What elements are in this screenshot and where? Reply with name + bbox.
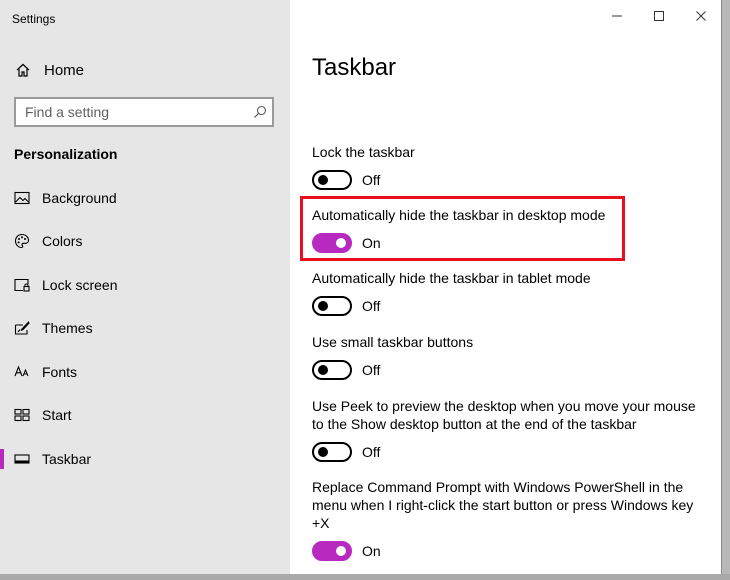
sidebar-item-label: Background bbox=[42, 189, 117, 206]
search-box[interactable] bbox=[14, 97, 274, 127]
sidebar-item-label: Themes bbox=[42, 320, 93, 337]
toggle-knob bbox=[336, 546, 346, 556]
background-desktop-bottom bbox=[0, 574, 730, 580]
window-title: Settings bbox=[12, 12, 56, 26]
setting-lock-taskbar: Lock the taskbar Off bbox=[312, 143, 707, 190]
sidebar-item-background[interactable]: Background bbox=[0, 176, 290, 220]
sidebar-item-lock-screen[interactable]: Lock screen bbox=[0, 263, 290, 307]
setting-peek: Use Peek to preview the desktop when you… bbox=[312, 397, 707, 462]
setting-autohide-tablet: Automatically hide the taskbar in tablet… bbox=[312, 269, 707, 316]
toggle-row: On bbox=[312, 541, 707, 561]
toggle-row: Off bbox=[312, 360, 707, 380]
small-buttons-toggle[interactable] bbox=[312, 360, 352, 380]
toggle-row: Off bbox=[312, 170, 707, 190]
sidebar-item-label: Taskbar bbox=[42, 450, 92, 467]
home-link[interactable]: Home bbox=[14, 58, 84, 82]
minimize-icon bbox=[611, 9, 623, 27]
sidebar-item-label: Start bbox=[42, 407, 72, 424]
setting-label: Use Peek to preview the desktop when you… bbox=[312, 398, 696, 432]
lock-taskbar-toggle[interactable] bbox=[312, 170, 352, 190]
lock-screen-icon bbox=[14, 277, 30, 293]
toggle-state: Off bbox=[362, 362, 381, 378]
settings-window: Settings Home Personalization Background bbox=[0, 0, 722, 574]
setting-label: Use small taskbar buttons bbox=[312, 334, 474, 350]
setting-powershell: Replace Command Prompt with Windows Powe… bbox=[312, 478, 707, 561]
sidebar-item-label: Lock screen bbox=[42, 276, 118, 293]
main-content: Taskbar Lock the taskbar Off Automatical… bbox=[290, 0, 721, 574]
sidebar-item-taskbar[interactable]: Taskbar bbox=[0, 437, 290, 481]
minimize-button[interactable] bbox=[596, 0, 638, 36]
search-icon[interactable] bbox=[248, 105, 272, 119]
palette-icon bbox=[14, 233, 30, 249]
autohide-tablet-toggle[interactable] bbox=[312, 296, 352, 316]
sidebar: Settings Home Personalization Background bbox=[0, 0, 290, 574]
setting-label: Lock the taskbar bbox=[312, 144, 415, 160]
search-input[interactable] bbox=[16, 100, 248, 124]
sidebar-item-label: Fonts bbox=[42, 363, 78, 380]
font-icon bbox=[14, 364, 30, 380]
sidebar-item-start[interactable]: Start bbox=[0, 394, 290, 438]
window-controls bbox=[596, 0, 721, 36]
toggle-knob bbox=[318, 365, 328, 375]
toggle-row: Off bbox=[312, 442, 707, 462]
sidebar-item-colors[interactable]: Colors bbox=[0, 220, 290, 264]
sidebar-item-themes[interactable]: Themes bbox=[0, 307, 290, 351]
home-icon bbox=[14, 61, 32, 79]
page-title: Taskbar bbox=[312, 54, 397, 81]
setting-label: Automatically hide the taskbar in tablet… bbox=[312, 270, 591, 286]
maximize-button[interactable] bbox=[638, 0, 680, 36]
highlight-annotation bbox=[300, 196, 625, 261]
close-button[interactable] bbox=[680, 0, 721, 36]
taskbar-icon bbox=[14, 451, 30, 467]
close-icon bbox=[695, 9, 707, 27]
toggle-knob bbox=[318, 301, 328, 311]
toggle-state: Off bbox=[362, 444, 381, 460]
setting-small-buttons: Use small taskbar buttons Off bbox=[312, 333, 707, 380]
maximize-icon bbox=[653, 9, 665, 27]
peek-toggle[interactable] bbox=[312, 442, 352, 462]
setting-label: Replace Command Prompt with Windows Powe… bbox=[312, 479, 694, 531]
background-desktop-edge bbox=[722, 0, 730, 580]
brush-icon bbox=[14, 320, 30, 336]
toggle-row: Off bbox=[312, 296, 707, 316]
home-label: Home bbox=[44, 61, 85, 79]
sidebar-item-fonts[interactable]: Fonts bbox=[0, 350, 290, 394]
sidebar-item-label: Colors bbox=[42, 233, 83, 250]
toggle-state: Off bbox=[362, 298, 381, 314]
toggle-knob bbox=[318, 175, 328, 185]
start-tiles-icon bbox=[14, 407, 30, 423]
section-heading: Personalization bbox=[14, 146, 118, 162]
toggle-state: On bbox=[362, 543, 381, 559]
toggle-state: Off bbox=[362, 172, 381, 188]
picture-icon bbox=[14, 190, 30, 206]
sidebar-nav: Background Colors Lock screen Themes Fon… bbox=[0, 176, 290, 481]
powershell-toggle[interactable] bbox=[312, 541, 352, 561]
toggle-knob bbox=[318, 447, 328, 457]
selected-indicator bbox=[0, 449, 4, 469]
